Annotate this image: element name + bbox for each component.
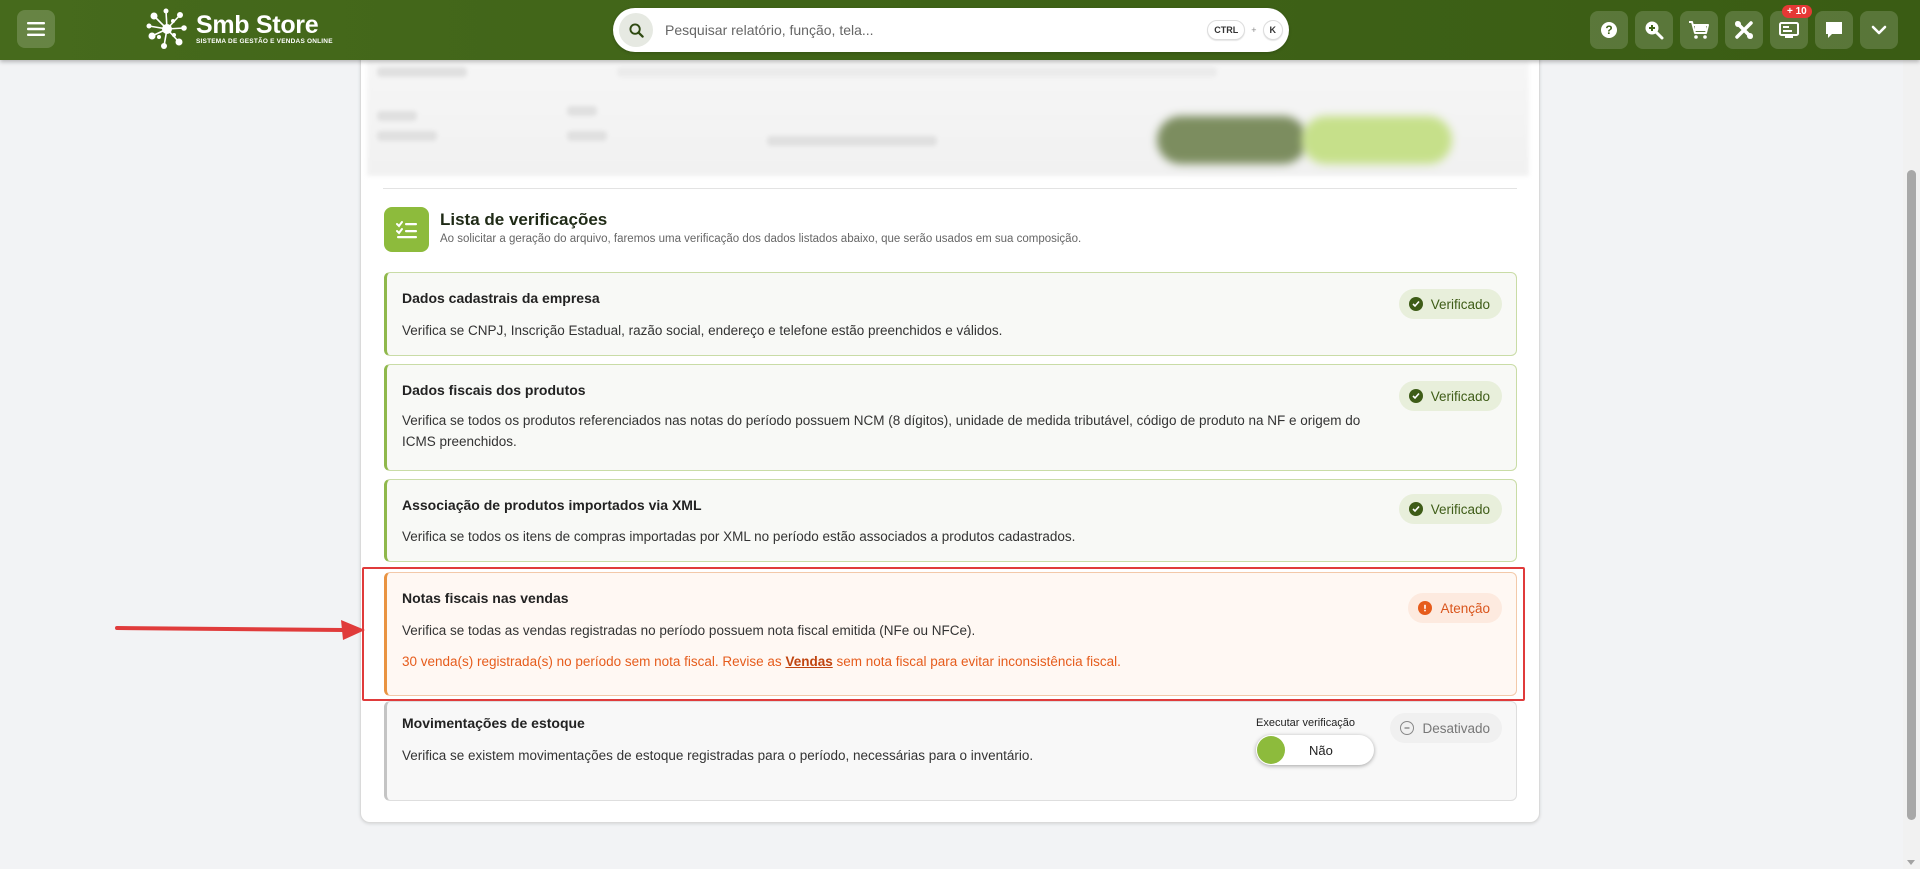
zoom-icon <box>1645 21 1664 40</box>
check-circle-icon <box>1408 502 1423 516</box>
main-card: Lista de verificações Ao solicitar a ger… <box>360 48 1540 823</box>
logo-network-icon <box>146 8 187 49</box>
checklist-icon <box>384 207 429 252</box>
blurred-summary-section <box>367 61 1529 176</box>
status-label: Atenção <box>1440 600 1490 616</box>
check-item-xml-products: Associação de produtos importados via XM… <box>384 479 1517 562</box>
minus-circle-icon <box>1400 721 1415 735</box>
check-item-title: Dados cadastrais da empresa <box>402 290 600 306</box>
chat-button[interactable] <box>1815 11 1853 49</box>
search-icon <box>628 22 644 38</box>
warning-message: 30 venda(s) registrada(s) no período sem… <box>402 654 1121 669</box>
top-bar: Smb Store SISTEMA DE GESTÃO E VENDAS ONL… <box>0 0 1920 60</box>
status-badge-verified: Verificado <box>1398 494 1502 524</box>
toggle-value: Não <box>1309 742 1333 758</box>
sales-link[interactable]: Vendas <box>785 654 832 669</box>
shortcut-plus: + <box>1251 25 1257 35</box>
check-item-description: Verifica se existem movimentações de est… <box>402 748 1034 763</box>
cart-button[interactable] <box>1680 11 1718 49</box>
section-divider <box>383 188 1517 189</box>
scroll-thumb[interactable] <box>1907 170 1916 820</box>
check-item-title: Dados fiscais dos produtos <box>402 382 586 398</box>
app-name: Smb Store <box>196 11 319 39</box>
annotation-arrow-icon <box>115 620 365 640</box>
help-icon: ? <box>1601 22 1617 38</box>
search-bar[interactable]: CTRL + K <box>613 8 1289 52</box>
check-item-description: Verifica se todas as vendas registradas … <box>402 623 976 638</box>
pos-button[interactable]: + 10 <box>1770 5 1812 49</box>
shortcut-key-ctrl: CTRL <box>1207 20 1246 40</box>
check-item-description: Verifica se todos os produtos referencia… <box>402 413 1361 449</box>
run-check-toggle[interactable]: Não <box>1256 735 1374 765</box>
status-badge-disabled: Desativado <box>1390 713 1502 743</box>
expand-button[interactable] <box>1860 11 1898 49</box>
tools-button[interactable] <box>1725 11 1763 49</box>
check-item-company-data: Dados cadastrais da empresa Verifica se … <box>384 272 1517 356</box>
status-badge-verified: Verificado <box>1398 289 1502 319</box>
search-button[interactable] <box>619 13 653 47</box>
status-label: Desativado <box>1422 720 1490 736</box>
check-item-product-tax-data: Dados fiscais dos produtos Verifica se t… <box>384 364 1517 471</box>
app-logo[interactable]: Smb Store SISTEMA DE GESTÃO E VENDAS ONL… <box>144 6 333 52</box>
shortcut-key-k: K <box>1262 20 1283 40</box>
help-button[interactable]: ? <box>1590 11 1628 49</box>
alert-circle-icon <box>1418 601 1433 615</box>
check-item-description: Verifica se CNPJ, Inscrição Estadual, ra… <box>402 323 1003 338</box>
tools-icon <box>1735 21 1753 39</box>
chat-icon <box>1826 22 1842 38</box>
toggle-label: Executar verificação <box>1256 717 1356 729</box>
svg-text:?: ? <box>1605 23 1612 37</box>
checklist-subtitle: Ao solicitar a geração do arquivo, farem… <box>440 233 1082 245</box>
status-badge-verified: Verificado <box>1398 381 1502 411</box>
check-item-title: Movimentações de estoque <box>402 715 585 731</box>
check-item-description: Verifica se todos os itens de compras im… <box>402 529 1076 544</box>
scroll-down-arrow-icon[interactable] <box>1907 860 1915 865</box>
check-item-title: Associação de produtos importados via XM… <box>402 497 702 513</box>
app-tagline: SISTEMA DE GESTÃO E VENDAS ONLINE <box>196 38 333 45</box>
menu-button[interactable] <box>17 10 55 48</box>
toggle-knob[interactable] <box>1257 736 1285 764</box>
chevron-down-icon <box>1871 25 1887 35</box>
check-item-sales-invoices: Notas fiscais nas vendas Verifica se tod… <box>384 572 1517 696</box>
notification-badge: + 10 <box>1782 5 1812 18</box>
checklist-title: Lista de verificações <box>440 210 608 229</box>
search-input[interactable] <box>665 22 1208 38</box>
zoom-button[interactable] <box>1635 11 1673 49</box>
search-shortcut: CTRL + K <box>1207 20 1283 40</box>
pos-icon <box>1779 22 1799 38</box>
check-item-stock-movements: Movimentações de estoque Verifica se exi… <box>384 701 1517 801</box>
check-circle-icon <box>1408 389 1423 403</box>
status-badge-attention: Atenção <box>1408 593 1502 623</box>
cart-icon <box>1689 21 1709 39</box>
check-item-title: Notas fiscais nas vendas <box>402 590 569 606</box>
status-label: Verificado <box>1430 388 1490 404</box>
status-label: Verificado <box>1430 501 1490 517</box>
page-scrollbar[interactable] <box>1903 0 1920 869</box>
check-circle-icon <box>1408 297 1423 311</box>
status-label: Verificado <box>1430 296 1490 312</box>
hamburger-icon <box>27 22 45 36</box>
